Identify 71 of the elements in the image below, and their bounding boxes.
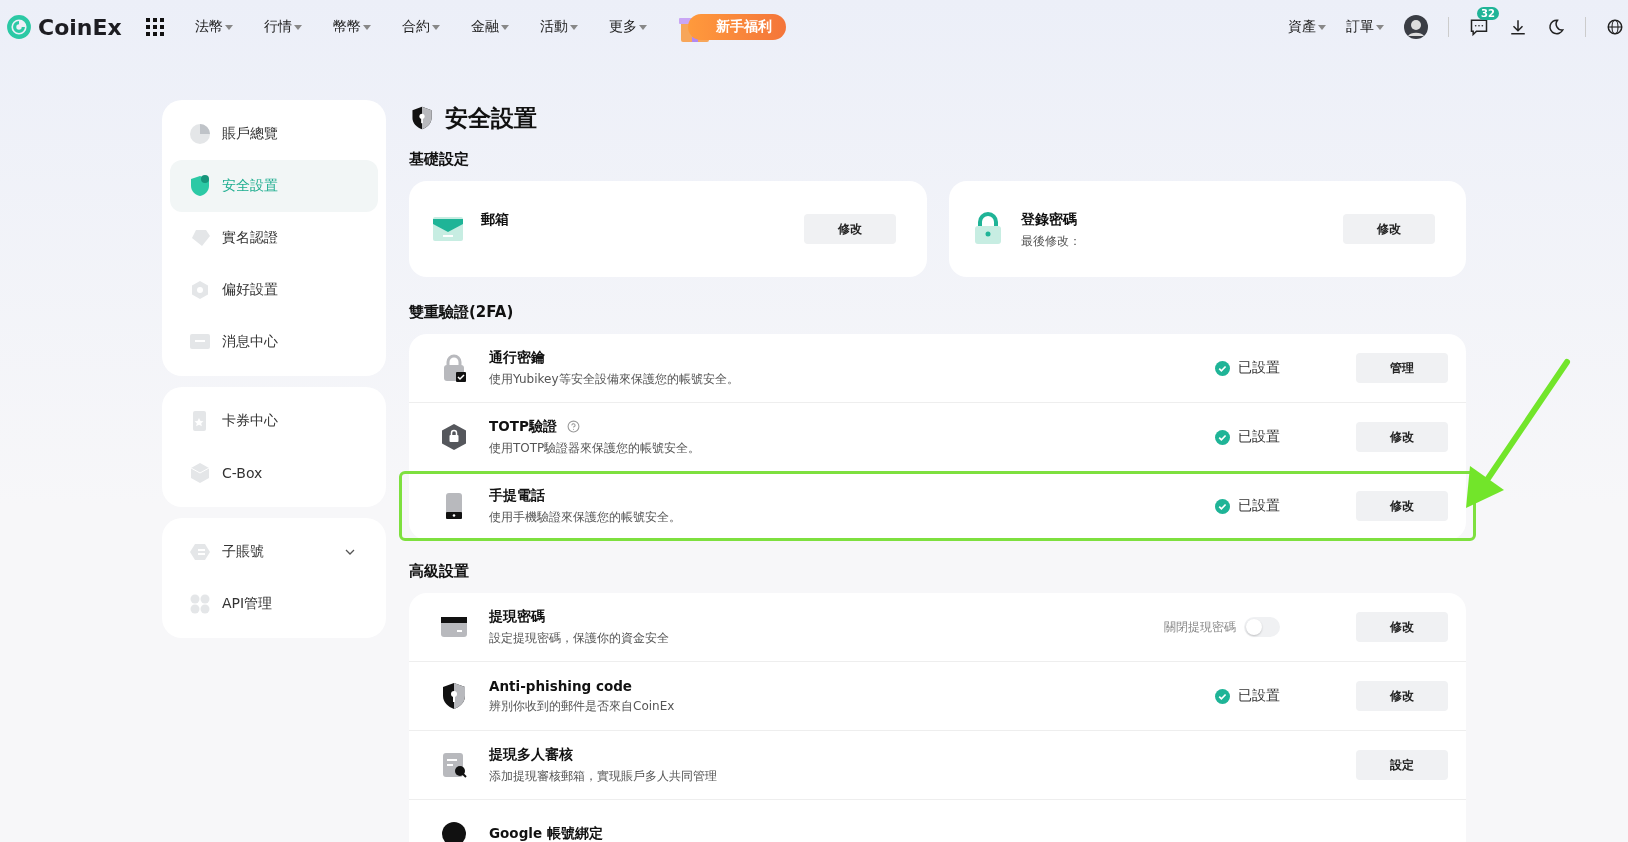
setting-name: Google 帳號綁定 bbox=[489, 825, 603, 842]
nav-menu[interactable]: 行情 bbox=[263, 18, 302, 36]
pie-chart-icon bbox=[188, 122, 212, 146]
page-title: 安全設置 bbox=[445, 103, 537, 133]
setting-name: TOTP驗證 bbox=[489, 417, 557, 436]
hexagon-lock-icon bbox=[439, 422, 469, 452]
check-icon bbox=[1215, 429, 1230, 445]
setting-description: 使用Yubikey等安全設備來保護您的帳號安全。 bbox=[489, 370, 739, 388]
setting-button[interactable]: 修改 bbox=[1356, 612, 1448, 642]
box-icon bbox=[188, 461, 212, 485]
status-label: 已設置 bbox=[1215, 359, 1280, 377]
sidebar-item[interactable]: 卡券中心 bbox=[170, 395, 378, 447]
avatar-icon bbox=[1404, 15, 1428, 39]
api-icon bbox=[188, 592, 212, 616]
check-icon bbox=[1215, 498, 1230, 514]
setting-name: 登錄密碼 bbox=[1020, 211, 1078, 229]
notification-badge: 32 bbox=[1477, 7, 1499, 20]
shield-icon bbox=[409, 105, 435, 131]
help-icon[interactable] bbox=[566, 420, 580, 433]
sidebar-item[interactable]: API管理 bbox=[170, 578, 378, 630]
globe-icon bbox=[1606, 18, 1624, 36]
setting-name: 通行密鑰 bbox=[489, 348, 545, 367]
section-title: 高級設置 bbox=[409, 562, 470, 581]
status-label: 已設置 bbox=[1215, 428, 1280, 446]
toggle-label: 關閉提現密碼 bbox=[1164, 618, 1236, 636]
setting-description: 使用TOTP驗證器來保護您的帳號安全。 bbox=[489, 439, 701, 457]
toggle-switch[interactable] bbox=[1244, 617, 1280, 637]
setting-button[interactable]: 修改 bbox=[1356, 491, 1448, 521]
section-title: 基礎設定 bbox=[409, 150, 470, 169]
nav-menu[interactable]: 金融 bbox=[470, 18, 509, 36]
sidebar-item[interactable]: 偏好設置 bbox=[170, 264, 378, 316]
setting-button[interactable]: 修改 bbox=[1356, 681, 1448, 711]
setting-description: 設定提現密碼，保護你的資金安全 bbox=[489, 629, 669, 647]
download-icon bbox=[1509, 18, 1527, 36]
setting-description: 添加提現審核郵箱，實現賬戶多人共同管理 bbox=[489, 767, 717, 785]
setting-name: 提現密碼 bbox=[489, 607, 545, 626]
logo-icon bbox=[6, 14, 32, 40]
sidebar-item[interactable]: 子賬號 bbox=[170, 526, 378, 578]
section-title: 雙重驗證(2FA) bbox=[409, 303, 515, 322]
setting-description: 辨別你收到的郵件是否來自CoinEx bbox=[489, 697, 675, 715]
setting-name: 提現多人審核 bbox=[489, 745, 573, 764]
chat-icon bbox=[1469, 17, 1489, 37]
setting-name: 手提電話 bbox=[489, 486, 545, 505]
nav-menu[interactable]: 合約 bbox=[401, 18, 440, 36]
setting-detail: 最後修改： bbox=[1020, 233, 1081, 250]
setting-button[interactable]: 修改 bbox=[1343, 214, 1435, 244]
status-label: 已設置 bbox=[1215, 687, 1280, 705]
sidebar-item[interactable]: 賬戶總覽 bbox=[170, 108, 378, 160]
sidebar-item[interactable]: 消息中心 bbox=[170, 316, 378, 368]
status-label: 已設置 bbox=[1215, 497, 1280, 515]
apps-grid-icon bbox=[145, 18, 164, 36]
shield-icon bbox=[188, 174, 212, 198]
setting-button[interactable]: 管理 bbox=[1356, 353, 1448, 383]
nav-menu[interactable]: 訂單 bbox=[1346, 18, 1384, 36]
setting-button[interactable]: 修改 bbox=[803, 214, 896, 244]
nav-menu[interactable]: 活動 bbox=[539, 18, 578, 36]
setting-button[interactable]: 修改 bbox=[1356, 422, 1448, 452]
nav-menu[interactable]: 更多 bbox=[608, 18, 647, 36]
setting-button[interactable]: 設定 bbox=[1356, 750, 1448, 780]
check-icon bbox=[1215, 360, 1230, 376]
moon-icon bbox=[1547, 18, 1565, 36]
setting-description: 使用手機驗證來保護您的帳號安全。 bbox=[489, 508, 681, 526]
check-icon bbox=[1215, 688, 1230, 704]
logo-text[interactable]: CoinEx bbox=[38, 14, 122, 40]
nav-menu[interactable]: 幣幣 bbox=[332, 18, 371, 36]
nav-menu[interactable]: 資產 bbox=[1288, 18, 1326, 36]
setting-name: Anti-phishing code bbox=[489, 677, 632, 694]
nav-menu[interactable]: 法幣 bbox=[194, 18, 233, 36]
sidebar-item[interactable]: C-Box bbox=[170, 447, 378, 499]
setting-name: 郵箱 bbox=[481, 211, 509, 229]
sidebar-item[interactable]: 實名認證 bbox=[170, 212, 378, 264]
